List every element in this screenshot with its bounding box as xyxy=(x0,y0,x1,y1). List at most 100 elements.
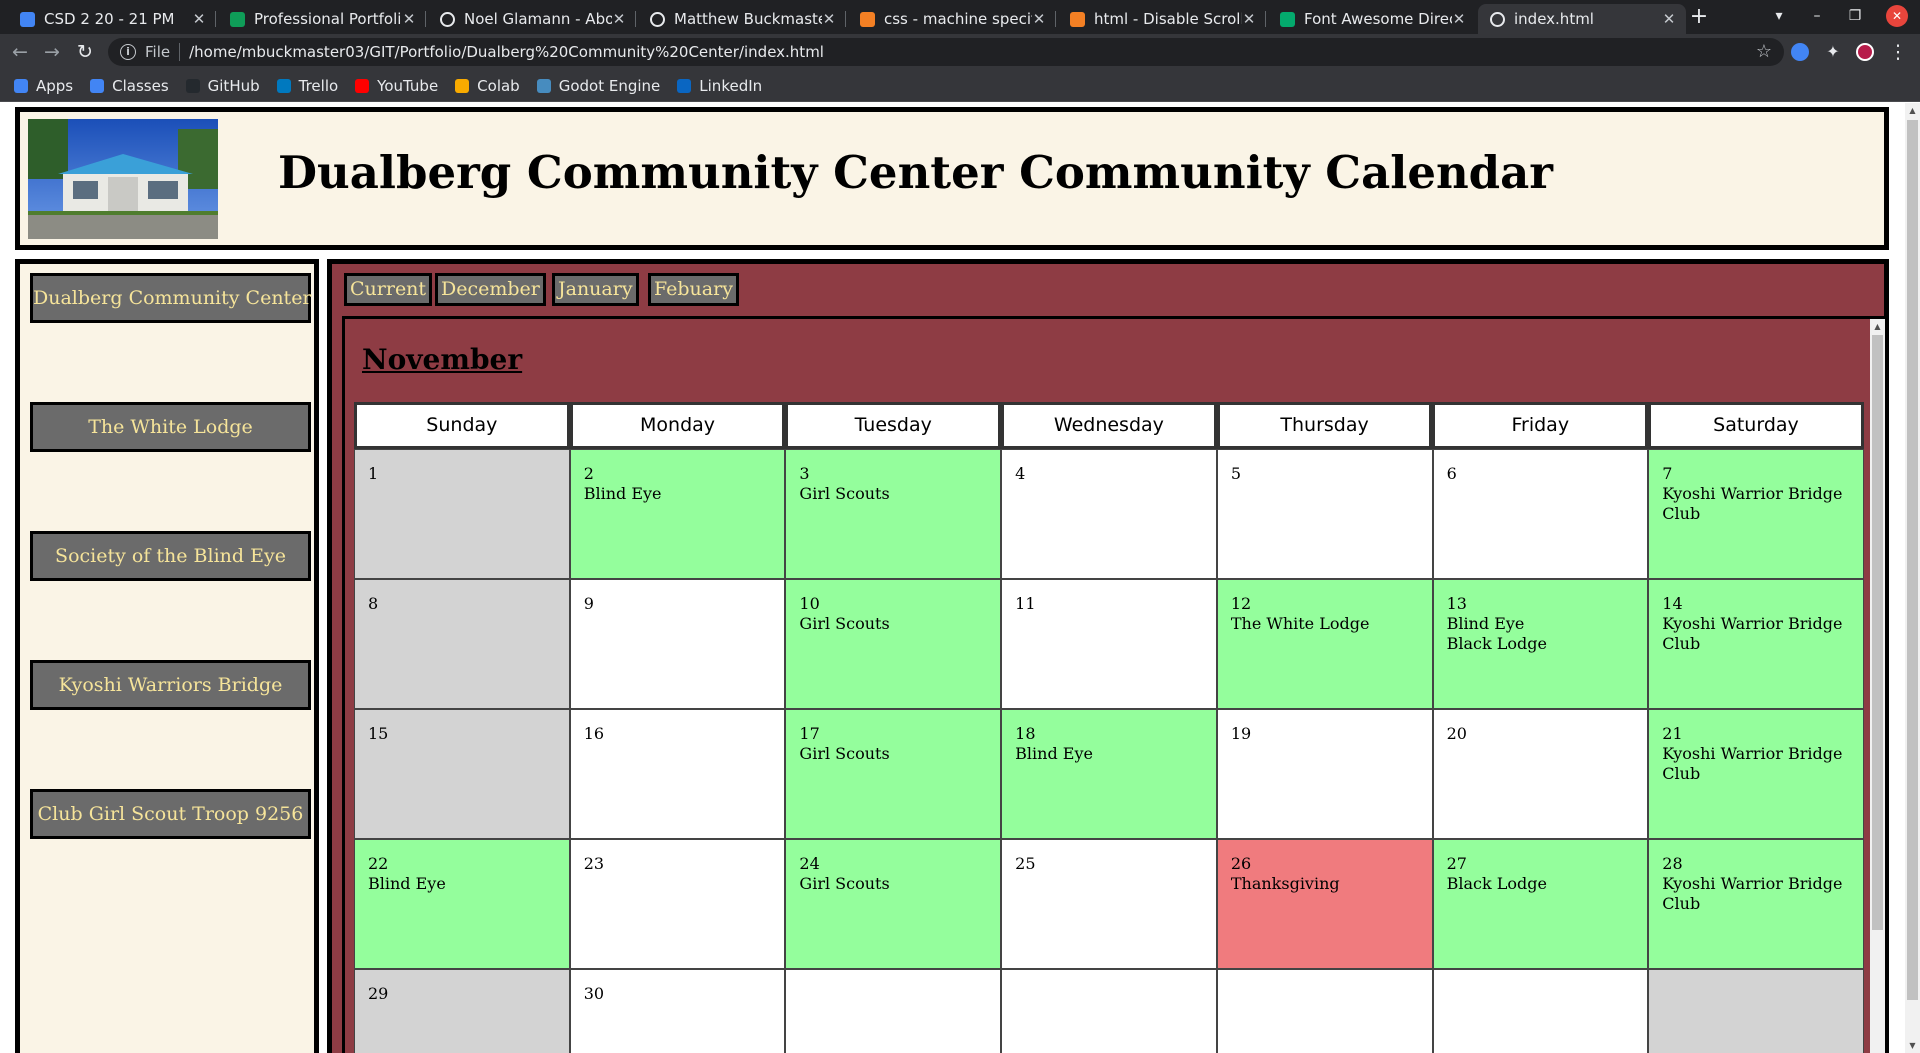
page-header: Dualberg Community Center Community Cale… xyxy=(15,107,1889,250)
tab-close-icon[interactable]: ✕ xyxy=(612,10,626,28)
calendar-day-cell xyxy=(785,969,1002,1053)
community-center-photo xyxy=(28,119,218,239)
globe-icon xyxy=(440,11,455,27)
bookmark-classes[interactable]: Classes xyxy=(90,77,169,95)
bookmark-trello[interactable]: Trello xyxy=(276,76,339,95)
calendar-day-cell xyxy=(1216,969,1433,1053)
youtube-icon xyxy=(355,78,370,93)
sidebar-button[interactable]: Club Girl Scout Troop 9256 xyxy=(30,789,311,839)
sidebar-button[interactable]: The White Lodge xyxy=(30,402,311,452)
tab-close-icon[interactable]: ✕ xyxy=(1032,10,1046,28)
weekday-thursday: Thursday xyxy=(1216,402,1433,449)
browser-tab[interactable]: Professional Portfoli ✕ xyxy=(218,4,426,34)
new-tab-button[interactable]: + xyxy=(1687,5,1711,29)
bookmarks-bar: Apps Classes GitHub Trello YouTube Colab Godot… xyxy=(0,70,1920,102)
calendar-day-cell: 16 xyxy=(569,709,786,839)
tab-separator xyxy=(1055,11,1056,27)
forward-icon[interactable]: → xyxy=(40,40,64,64)
calendar-day-cell: 30 xyxy=(569,969,786,1053)
tab-close-icon[interactable]: ✕ xyxy=(822,10,836,28)
profile-avatar[interactable] xyxy=(1856,43,1874,61)
scroll-thumb[interactable] xyxy=(1907,120,1918,1000)
month-tab-january[interactable]: January xyxy=(552,273,639,306)
apps-grid-icon xyxy=(14,78,28,93)
browser-tab[interactable]: css - machine specific✕ xyxy=(848,4,1056,34)
minimize-icon[interactable]: – xyxy=(1806,5,1828,27)
browser-tab[interactable]: Noel Glamann - Abou ✕ xyxy=(428,4,636,34)
bookmark-label: LinkedIn xyxy=(699,76,763,95)
bookmark-youtube[interactable]: YouTube xyxy=(355,77,438,95)
site-info-icon[interactable]: i xyxy=(120,44,136,60)
calendar-day-cell xyxy=(1001,969,1217,1053)
calendar-day-cell: 23 xyxy=(569,839,786,969)
page-scrollbar[interactable]: ▲ ▼ xyxy=(1905,103,1920,1053)
calendar-day-cell: 9 xyxy=(569,579,786,709)
calendar-day-cell: 2 Blind Eye xyxy=(569,449,786,579)
sidebar-button[interactable]: Society of the Blind Eye xyxy=(30,531,311,581)
scroll-down-icon[interactable]: ▼ xyxy=(1905,1038,1920,1053)
bookmark-label: Trello xyxy=(298,76,339,95)
calendar-day-cell: 3 Girl Scouts xyxy=(785,449,1002,579)
scroll-thumb[interactable] xyxy=(1872,335,1883,930)
menu-icon[interactable]: ⋮ xyxy=(1886,40,1910,64)
browser-tab[interactable]: html - Disable Scrollin ✕ xyxy=(1058,4,1266,34)
tab-separator xyxy=(845,11,846,27)
tab-close-icon[interactable]: ✕ xyxy=(1452,10,1466,28)
scroll-up-icon[interactable]: ▲ xyxy=(1905,103,1920,118)
tab-strip: CSD 2 20 - 21 PM ✕ Professional Portfoli ✕ N… xyxy=(0,0,1920,34)
month-tab-febuary[interactable]: Febuary xyxy=(648,273,739,306)
bookmark-godot-engine[interactable]: Godot Engine xyxy=(536,77,660,95)
sheets-icon xyxy=(230,11,245,27)
calendar-day-cell: 28 Kyoshi Warrior Bridge Club xyxy=(1648,839,1864,969)
sidebar-button[interactable]: Kyoshi Warriors Bridge xyxy=(30,660,311,710)
month-tab-current[interactable]: Current xyxy=(344,273,433,306)
sidebar-button[interactable]: Dualberg Community Center xyxy=(30,273,312,323)
weekday-wednesday: Wednesday xyxy=(1001,402,1217,449)
tab-title: CSD 2 20 - 21 PM xyxy=(44,10,175,28)
bookmark-star-icon[interactable]: ☆ xyxy=(1756,41,1772,62)
back-icon[interactable]: ← xyxy=(8,40,32,64)
address-bar[interactable]: i File /home/mbuckmaster03/GIT/Portfolio… xyxy=(108,38,1784,66)
bookmark-colab[interactable]: Colab xyxy=(455,77,520,95)
trello-icon xyxy=(276,78,291,93)
calendar-scrollbar[interactable]: ▲ xyxy=(1870,319,1885,1053)
tab-close-icon[interactable]: ✕ xyxy=(402,10,416,28)
browser-tab[interactable]: CSD 2 20 - 21 PM ✕ xyxy=(8,4,216,34)
scheme-label: File xyxy=(145,43,171,61)
tab-close-icon[interactable]: ✕ xyxy=(1662,10,1676,28)
browser-tab[interactable]: Font Awesome Direc ✕ xyxy=(1268,4,1476,34)
calendar-day-cell: 26 Thanksgiving xyxy=(1216,839,1433,969)
month-tab-december[interactable]: December xyxy=(435,273,546,306)
calendar-panel: Current December January Febuary November S… xyxy=(327,259,1889,1053)
calendar-day-cell: 10 Girl Scouts xyxy=(785,579,1002,709)
calendar-day-cell: 4 xyxy=(1001,449,1217,579)
scroll-up-icon[interactable]: ▲ xyxy=(1870,319,1885,334)
puzzle-icon[interactable]: ✦ xyxy=(1824,43,1842,61)
calendar-day-cell: 20 xyxy=(1432,709,1649,839)
browser-tab[interactable]: index.html ✕ xyxy=(1478,4,1686,34)
browser-tab[interactable]: Matthew Buckmaster ✕ xyxy=(638,4,846,34)
page-viewport: Dualberg Community Center Community Cale… xyxy=(0,103,1920,1053)
tab-title: index.html xyxy=(1514,10,1594,28)
calendar-day-cell: 25 xyxy=(1001,839,1217,969)
restore-icon[interactable]: ❐ xyxy=(1844,5,1866,27)
tab-close-icon[interactable]: ✕ xyxy=(192,10,206,28)
bookmark-label: Colab xyxy=(477,76,520,95)
classroom-icon xyxy=(90,78,105,93)
bookmark-linkedin[interactable]: LinkedIn xyxy=(677,77,762,95)
calendar-day-cell xyxy=(1432,969,1649,1053)
tab-search-icon[interactable]: ▾ xyxy=(1768,5,1790,27)
tab-close-icon[interactable]: ✕ xyxy=(1242,10,1256,28)
month-title: November xyxy=(362,343,523,376)
url-text[interactable]: /home/mbuckmaster03/GIT/Portfolio/Dualbe… xyxy=(189,43,824,61)
tab-title: css - machine specific xyxy=(884,10,1032,28)
bookmark-apps[interactable]: Apps xyxy=(14,77,73,95)
reload-icon[interactable]: ↻ xyxy=(73,40,97,64)
extension-icon[interactable] xyxy=(1791,43,1809,61)
tab-title: html - Disable Scrollin xyxy=(1094,10,1242,28)
weekday-monday: Monday xyxy=(569,402,786,449)
bookmark-github[interactable]: GitHub xyxy=(185,77,260,95)
calendar-day-cell: 5 xyxy=(1216,449,1433,579)
calendar-day-cell: 22 Blind Eye xyxy=(354,839,570,969)
close-window-icon[interactable]: ✕ xyxy=(1886,5,1908,27)
